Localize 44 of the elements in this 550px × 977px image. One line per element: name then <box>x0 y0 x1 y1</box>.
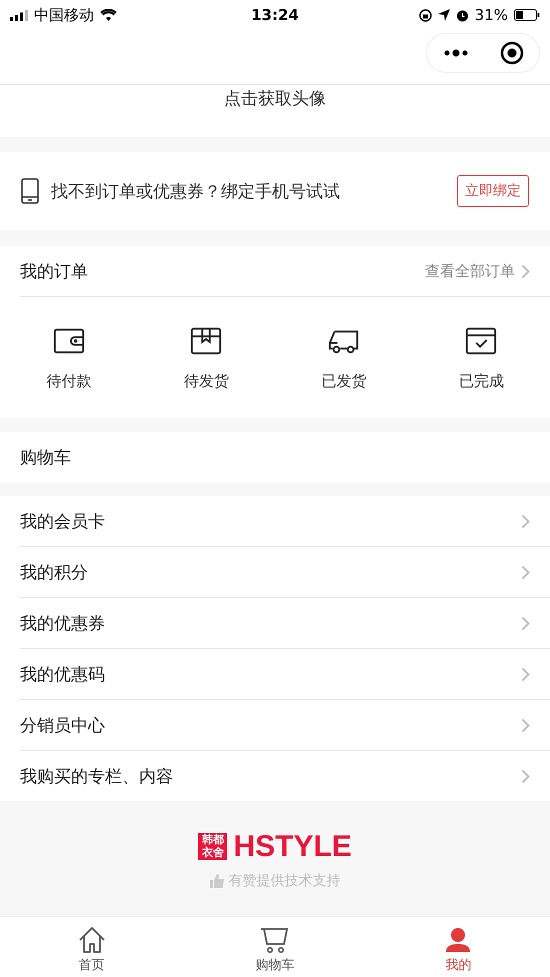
close-target-icon[interactable] <box>500 41 524 65</box>
tab-bar-item[interactable]: 首页 <box>0 917 184 977</box>
phone-icon <box>21 178 39 204</box>
menu-item[interactable]: 我的优惠券 <box>20 612 105 634</box>
chevron-right-icon <box>521 768 530 784</box>
chevron-right-icon <box>521 514 530 528</box>
menu-item[interactable]: 我的会员卡 <box>20 510 105 532</box>
order-status-label[interactable]: 待付款 <box>46 372 92 391</box>
thumbs-up-icon <box>210 874 224 888</box>
menu-item[interactable]: 分销员中心 <box>20 714 105 736</box>
location-arrow-icon <box>438 9 450 21</box>
tab-bar-item[interactable]: 购物车 <box>183 917 367 977</box>
cart-item[interactable]: 购物车 <box>20 446 71 469</box>
bind-now-button[interactable]: 立即绑定 <box>457 175 529 207</box>
battery-percent: 31% <box>474 6 508 24</box>
carrier-name: 中国移动 <box>34 6 94 24</box>
cart-icon <box>260 926 290 954</box>
logo-text: HSTYLE <box>233 830 352 864</box>
chevron-right-icon <box>521 666 530 682</box>
chevron-right-icon <box>521 264 530 278</box>
section-title: 我的订单 <box>20 260 88 282</box>
wifi-icon <box>100 9 117 21</box>
home-icon <box>76 926 107 954</box>
chevron-right-icon <box>521 564 530 580</box>
rotation-lock-icon <box>418 8 432 22</box>
bind-phone-message: 找不到订单或优惠券？绑定手机号试试 <box>51 180 341 202</box>
support-text: 有赞提供技术支持 <box>228 872 340 890</box>
chevron-right-icon <box>521 616 530 630</box>
signal-icon <box>10 10 28 20</box>
more-icon[interactable] <box>442 49 468 57</box>
order-status-label[interactable]: 已完成 <box>458 372 504 391</box>
alarm-clock-icon <box>456 8 469 22</box>
tab-bar-item[interactable]: 我的 <box>366 917 550 977</box>
logo-mark: 韩都衣舍 <box>198 832 228 860</box>
chevron-right-icon <box>521 718 530 732</box>
battery-icon <box>514 9 540 21</box>
avatar-prompt[interactable]: 点击获取头像 <box>224 87 326 110</box>
order-status-label[interactable]: 已发货 <box>321 372 366 391</box>
clock-time: 13:24 <box>251 6 299 24</box>
menu-item[interactable]: 我的积分 <box>20 560 88 584</box>
menu-item[interactable]: 我购买的专栏、内容 <box>20 764 173 788</box>
view-all-orders-link[interactable]: 查看全部订单 <box>425 262 515 280</box>
menu-item[interactable]: 我的优惠码 <box>20 662 105 686</box>
order-status-label[interactable]: 待发货 <box>184 372 229 391</box>
